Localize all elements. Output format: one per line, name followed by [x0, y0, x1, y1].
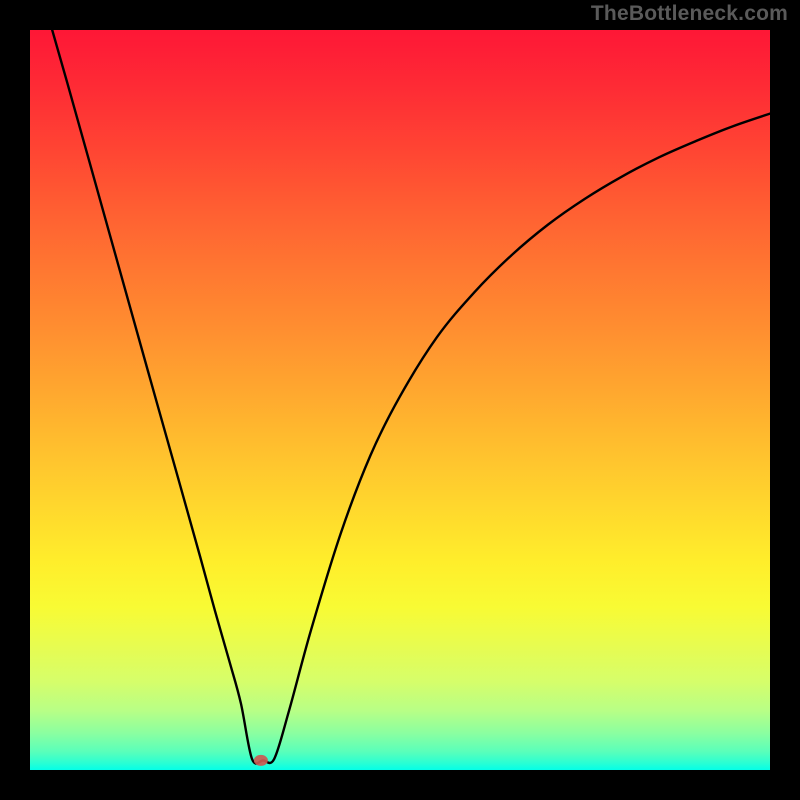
watermark-text: TheBottleneck.com: [591, 2, 788, 26]
optimum-marker: [254, 755, 268, 766]
chart-frame: TheBottleneck.com: [0, 0, 800, 800]
curve-layer: [30, 30, 770, 770]
bottleneck-curve: [52, 30, 770, 764]
plot-area: [30, 30, 770, 770]
